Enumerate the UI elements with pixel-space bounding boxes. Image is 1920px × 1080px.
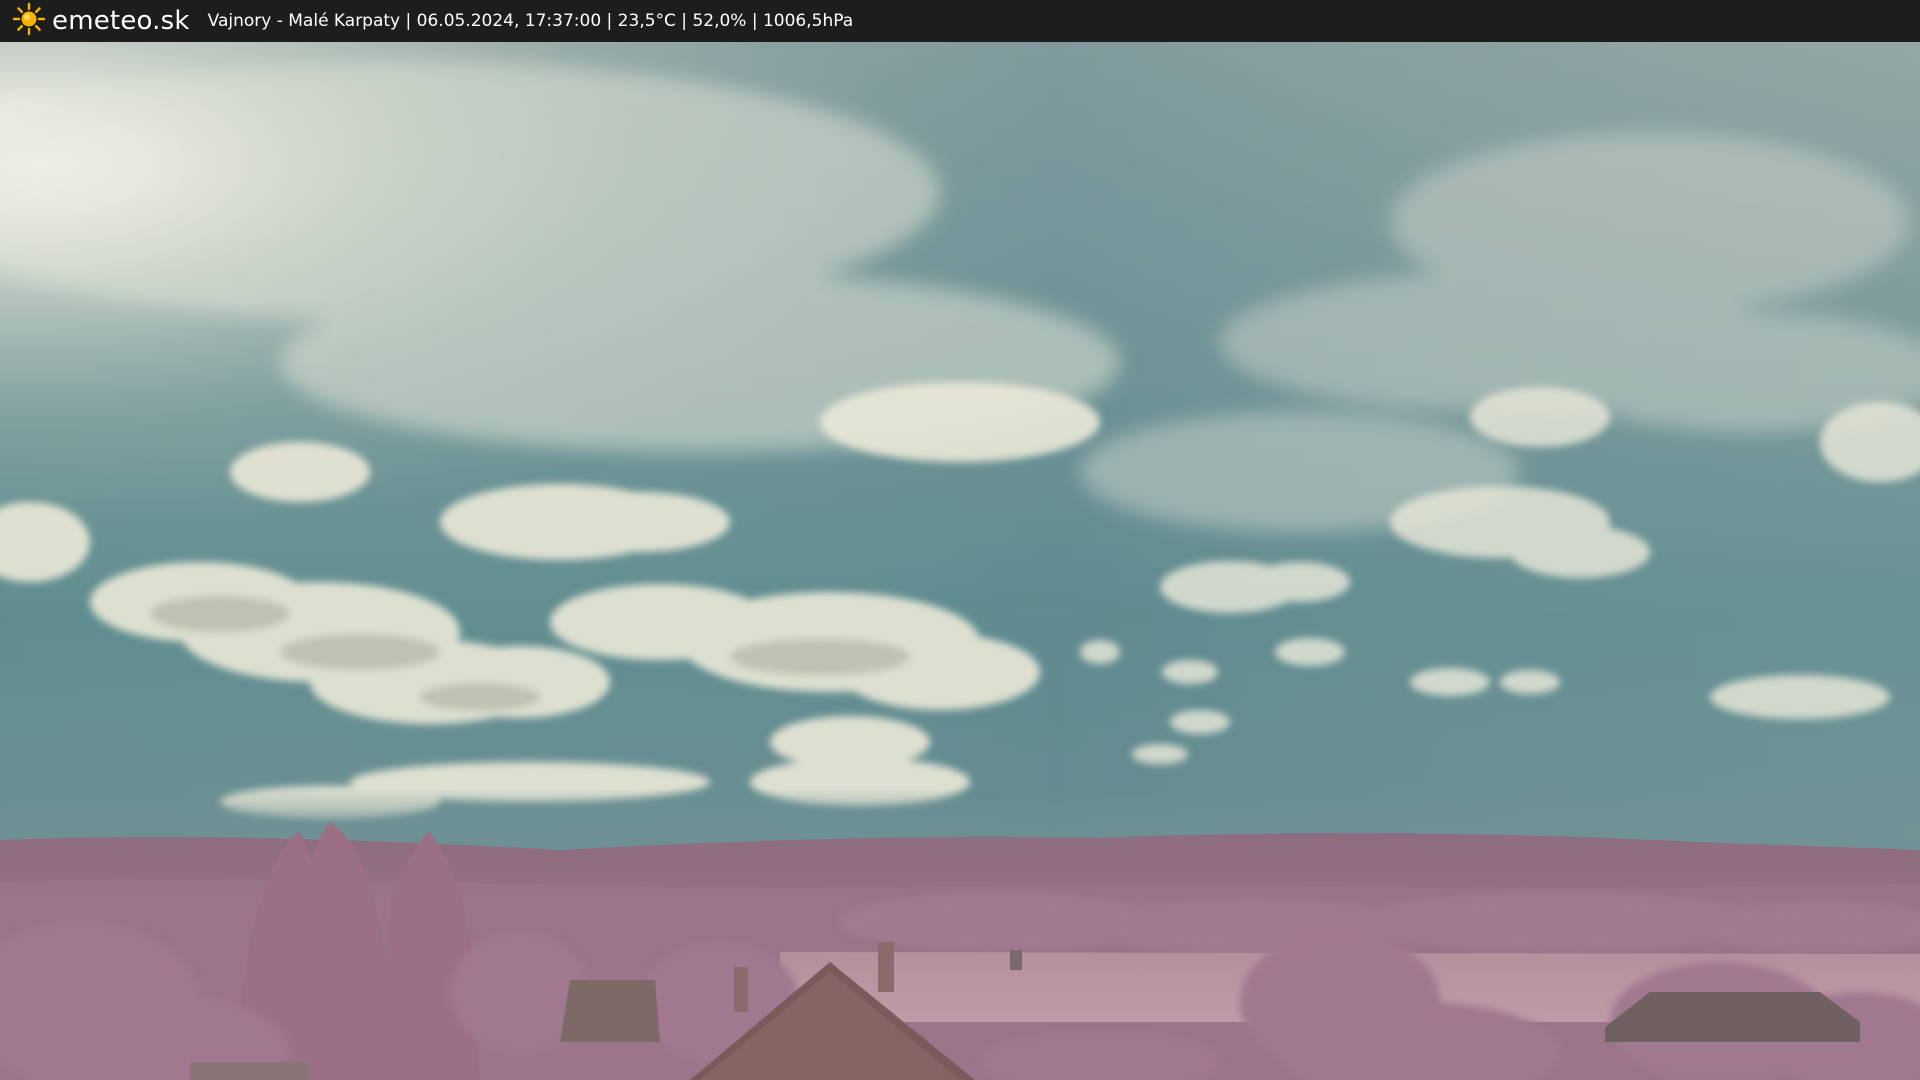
brand[interactable]: emeteo.sk xyxy=(12,2,190,40)
webcam-frame: emeteo.sk Vajnory - Malé Karpaty | 06.05… xyxy=(0,0,1920,1080)
station-caption: Vajnory - Malé Karpaty | 06.05.2024, 17:… xyxy=(207,11,854,31)
caption-bar: emeteo.sk Vajnory - Malé Karpaty | 06.05… xyxy=(0,0,1920,42)
sun-icon xyxy=(12,2,46,40)
webcam-image xyxy=(0,42,1920,1080)
brand-name: emeteo.sk xyxy=(52,6,190,36)
